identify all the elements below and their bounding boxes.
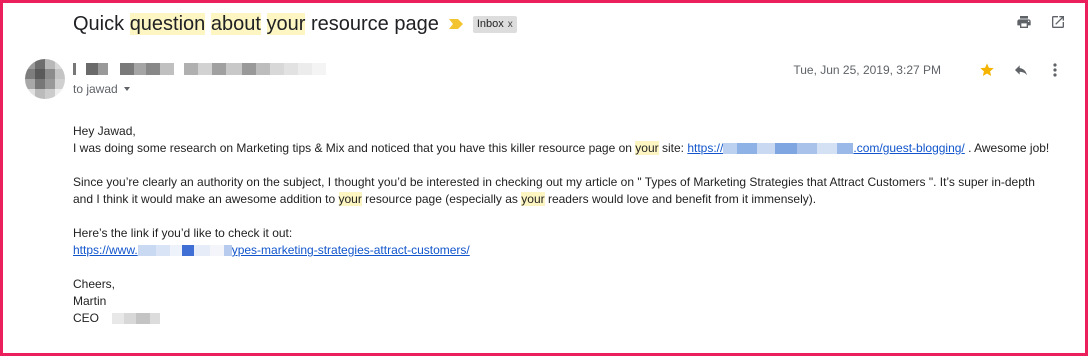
sender-name-redacted (73, 63, 326, 77)
greeting: Hey Jawad, (73, 124, 136, 138)
paragraph-3: Here’s the link if you’d like to check i… (73, 225, 1073, 259)
subject-highlight: question (129, 12, 206, 35)
body-text: resource page (especially as (361, 192, 522, 206)
signature-name: Martin (73, 294, 107, 308)
recipient-line[interactable]: to jawad (73, 82, 130, 96)
subject-highlight: your (266, 12, 306, 35)
body-text: I was doing some research on Marketing t… (73, 141, 636, 155)
redacted-text (181, 245, 194, 257)
redacted-text (757, 143, 776, 155)
remove-label-button[interactable]: x (508, 19, 513, 30)
link-text: https:// (687, 141, 724, 155)
chevron-down-icon[interactable] (123, 87, 130, 91)
print-icon[interactable] (1015, 13, 1033, 31)
link-text: .com/guest-blogging/ (853, 141, 965, 155)
message-meta: Tue, Jun 25, 2019, 3:27 PM (793, 61, 1065, 79)
redacted-text (723, 143, 738, 155)
email-subject: Quick question about your resource page (73, 12, 439, 36)
body-highlight: your (338, 192, 362, 206)
subject-text (261, 13, 267, 35)
redacted-text (136, 313, 151, 325)
redacted-text (137, 245, 156, 257)
body-text: and I think it would make an awesome add… (73, 192, 339, 206)
signature-title: CEO (73, 310, 1073, 327)
redacted-text (775, 143, 798, 155)
body-text: . Awesome job! (964, 141, 1050, 155)
link-text: ypes-marketing-strategies-attract-custom… (231, 243, 470, 257)
header-actions (1015, 13, 1067, 31)
redacted-text (817, 143, 838, 155)
message-date: Tue, Jun 25, 2019, 3:27 PM (793, 63, 941, 77)
importance-marker-icon[interactable] (448, 19, 463, 29)
paragraph-1: I was doing some research on Marketing t… (73, 140, 1073, 157)
resource-page-link[interactable]: https:// .com/guest-blogging/ (687, 141, 964, 155)
redacted-text (169, 245, 182, 257)
subject-highlight: about (210, 12, 261, 35)
redacted-text (124, 313, 137, 325)
more-vert-icon[interactable] (1045, 61, 1065, 79)
signature-title-text: CEO (73, 311, 100, 325)
article-link[interactable]: https://www. ypes-marketing-strategies-at… (73, 243, 470, 257)
message-body: Hey Jawad, I was doing some research on … (73, 123, 1073, 327)
redacted-text (155, 245, 170, 257)
avatar[interactable] (25, 59, 65, 99)
recipient-text: to jawad (73, 82, 118, 96)
redacted-text (737, 143, 758, 155)
inbox-label-text: Inbox (476, 18, 504, 30)
redacted-text (209, 245, 224, 257)
body-text: Since you’re clearly an authority on the… (73, 175, 1035, 189)
subject-text: Quick (73, 12, 130, 35)
inbox-label-chip[interactable]: Inbox x (472, 15, 517, 33)
link-text: https://www. (73, 243, 138, 257)
signoff: Cheers, (73, 277, 116, 291)
subject-text: resource page (305, 12, 439, 35)
redacted-text (193, 245, 210, 257)
body-highlight: your (521, 192, 545, 206)
body-text: Here’s the link if you’d like to check i… (73, 226, 293, 240)
subject-row: Quick question about your resource page … (73, 11, 517, 37)
body-text: site: (658, 141, 688, 155)
paragraph-2: Since you’re clearly an authority on the… (73, 174, 1073, 208)
reply-icon[interactable] (1011, 61, 1031, 79)
redacted-text (837, 143, 854, 155)
redacted-text (797, 143, 818, 155)
redacted-text (150, 313, 161, 325)
open-in-new-window-icon[interactable] (1049, 13, 1067, 31)
redacted-text (223, 245, 232, 257)
body-highlight: your (635, 141, 659, 155)
redacted-text (102, 313, 113, 325)
body-text: readers would love and benefit from it i… (544, 192, 817, 206)
star-icon[interactable] (977, 61, 997, 79)
redacted-text (112, 313, 125, 325)
